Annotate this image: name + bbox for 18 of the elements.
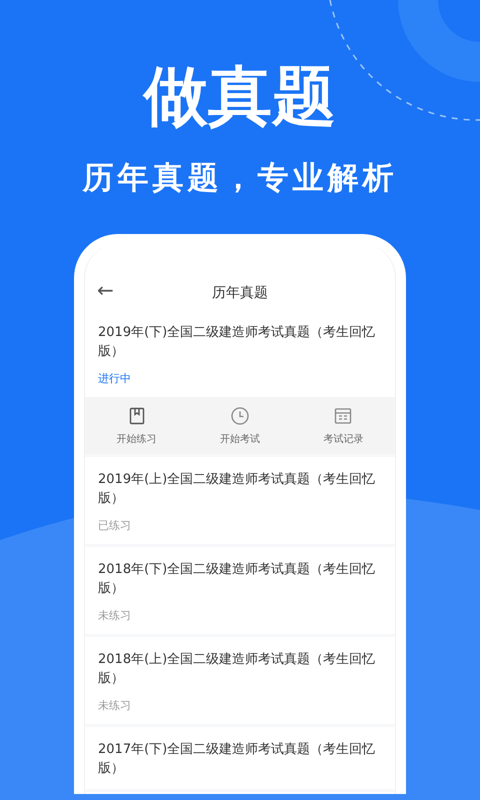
action-button[interactable]: 考试记录 bbox=[292, 397, 395, 454]
paper-title[interactable]: 2019年(下)全国二级建造师考试真题（考生回忆版） bbox=[98, 323, 386, 361]
paper-title[interactable]: 2019年(上)全国二级建造师考试真题（考生回忆版） bbox=[98, 470, 386, 508]
status-label: 未练习 bbox=[98, 608, 132, 623]
headline: 做真题 bbox=[144, 59, 336, 136]
action-button[interactable]: 开始考试 bbox=[188, 397, 292, 454]
action-button[interactable]: 开始练习 bbox=[85, 397, 188, 454]
status-label: 进行中 bbox=[98, 371, 132, 386]
screen-title: 历年真题 bbox=[212, 284, 268, 302]
status-label: 未练习 bbox=[98, 698, 132, 713]
table-icon bbox=[333, 406, 354, 426]
paper-title[interactable]: 2017年(下)全国二级建造师考试真题（考生回忆版） bbox=[98, 740, 386, 778]
paper-title[interactable]: 2018年(上)全国二级建造师考试真题（考生回忆版） bbox=[98, 650, 386, 688]
paper-title[interactable]: 2018年(下)全国二级建造师考试真题（考生回忆版） bbox=[98, 560, 386, 598]
subtitle: 历年真题，专业解析 bbox=[82, 159, 398, 198]
status-label: 已练习 bbox=[98, 518, 132, 533]
clock-icon bbox=[230, 406, 250, 426]
back-button[interactable]: ← bbox=[97, 278, 114, 302]
